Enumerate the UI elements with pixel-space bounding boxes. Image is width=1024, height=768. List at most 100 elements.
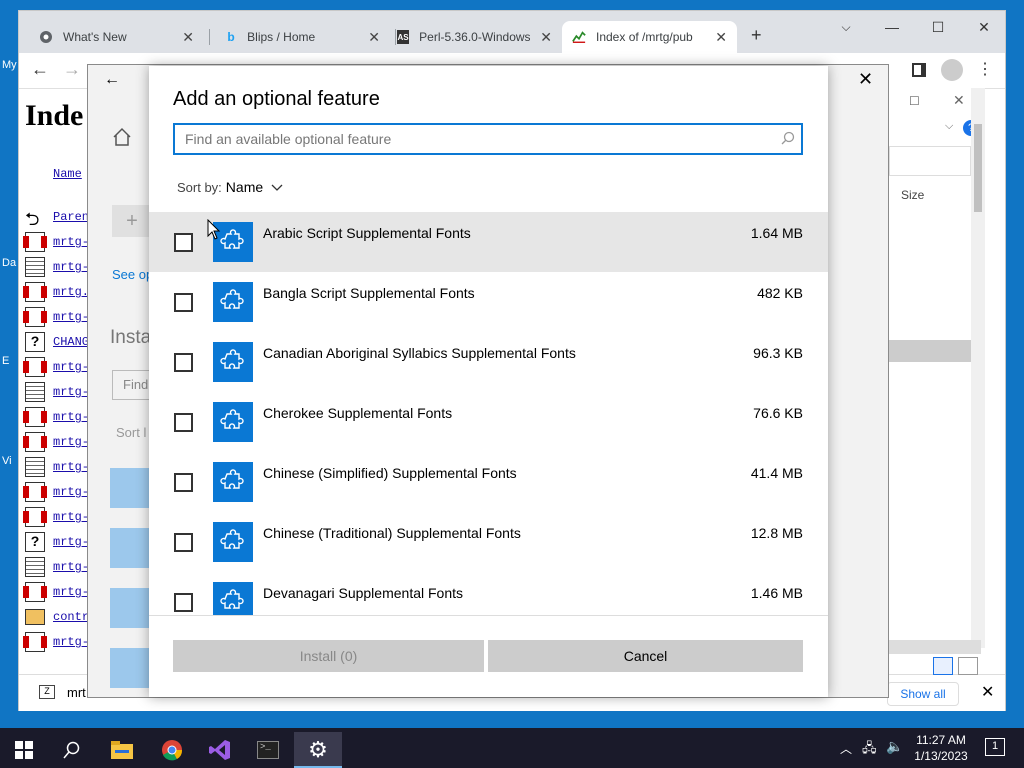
details-view-icon[interactable] bbox=[933, 657, 953, 675]
file-link[interactable]: mrtg- bbox=[53, 435, 89, 449]
file-list-item: mrtg- bbox=[23, 581, 89, 603]
name-column-header[interactable]: Name bbox=[53, 167, 82, 181]
size-column-header[interactable]: Size bbox=[901, 188, 924, 202]
feature-search-input[interactable]: Find an available optional feature bbox=[173, 123, 803, 155]
file-explorer-icon[interactable] bbox=[98, 732, 146, 768]
profile-avatar[interactable] bbox=[941, 59, 963, 81]
file-link[interactable]: mrtg- bbox=[53, 585, 89, 599]
feature-checkbox[interactable] bbox=[174, 593, 193, 612]
feature-checkbox[interactable] bbox=[174, 413, 193, 432]
close-tab-icon[interactable]: ✕ bbox=[368, 29, 380, 46]
search-icon[interactable] bbox=[48, 732, 96, 768]
terminal-icon[interactable]: >_ bbox=[244, 732, 292, 768]
file-type-icon bbox=[23, 282, 47, 302]
installed-search-input[interactable]: Find bbox=[112, 370, 152, 400]
scrollbar-thumb[interactable] bbox=[974, 124, 982, 212]
installed-sort-label[interactable]: Sort l bbox=[116, 425, 146, 440]
file-type-icon bbox=[25, 382, 45, 402]
feature-size: 41.4 MB bbox=[750, 465, 803, 481]
chrome-taskbar-icon[interactable] bbox=[148, 732, 196, 768]
install-button[interactable]: Install (0) bbox=[173, 640, 484, 672]
file-link[interactable]: mrtg- bbox=[53, 260, 89, 274]
file-link[interactable]: mrtg- bbox=[53, 460, 89, 474]
sidebar-icon[interactable] bbox=[912, 63, 926, 77]
file-link[interactable]: CHANG bbox=[53, 335, 89, 349]
file-link[interactable]: mrtg- bbox=[53, 560, 89, 574]
new-tab-button[interactable]: + bbox=[751, 25, 762, 46]
volume-icon[interactable]: 🔈 bbox=[886, 738, 903, 755]
feature-checkbox[interactable] bbox=[174, 473, 193, 492]
download-item-label[interactable]: mrt bbox=[67, 685, 86, 700]
feature-checkbox[interactable] bbox=[174, 353, 193, 372]
installed-heading: Insta bbox=[110, 327, 152, 348]
feature-row[interactable]: Cherokee Supplemental Fonts 76.6 KB bbox=[149, 392, 828, 452]
feature-row[interactable]: Arabic Script Supplemental Fonts 1.64 MB bbox=[149, 212, 828, 272]
tab-label: What's New bbox=[63, 30, 127, 44]
network-icon[interactable]: 🖧 bbox=[862, 739, 877, 761]
feature-checkbox[interactable] bbox=[174, 293, 193, 312]
file-type-icon bbox=[25, 257, 45, 277]
file-list-item: mrtg- bbox=[25, 381, 89, 403]
sort-control[interactable]: Sort by: Name bbox=[177, 179, 283, 195]
maximize-button[interactable]: ☐ bbox=[915, 11, 961, 43]
close-icon[interactable]: ✕ bbox=[953, 92, 965, 109]
cancel-button[interactable]: Cancel bbox=[488, 640, 803, 672]
feature-checkbox[interactable] bbox=[174, 233, 193, 252]
clock[interactable]: 11:27 AM 1/13/2023 bbox=[905, 732, 977, 764]
add-feature-tile[interactable]: + bbox=[112, 205, 152, 237]
horizontal-scrollbar[interactable] bbox=[889, 640, 981, 654]
file-link[interactable]: Paren bbox=[53, 210, 89, 224]
start-button[interactable] bbox=[0, 732, 48, 768]
file-link[interactable]: mrtg- bbox=[53, 385, 89, 399]
scrollbar[interactable] bbox=[971, 88, 985, 648]
file-link[interactable]: mrtg- bbox=[53, 535, 89, 549]
chrome-icon bbox=[39, 30, 53, 44]
puzzle-piece-icon bbox=[213, 522, 253, 562]
file-link[interactable]: mrtg- bbox=[53, 310, 89, 324]
close-window-button[interactable]: ✕ bbox=[858, 69, 873, 90]
file-link[interactable]: mrtg. bbox=[53, 285, 89, 299]
file-type-icon bbox=[25, 609, 45, 625]
tab-label: Index of /mrtg/pub bbox=[596, 30, 693, 44]
large-icons-view-icon[interactable] bbox=[958, 657, 978, 675]
feature-row[interactable]: Chinese (Traditional) Supplemental Fonts… bbox=[149, 512, 828, 572]
close-tab-icon[interactable]: ✕ bbox=[540, 29, 552, 46]
chevron-down-icon[interactable]: ⌵ bbox=[945, 120, 953, 133]
close-tab-icon[interactable]: ✕ bbox=[715, 29, 727, 46]
restore-icon[interactable]: ☐ bbox=[909, 94, 920, 108]
home-icon[interactable] bbox=[112, 127, 132, 150]
explorer-search-box[interactable] bbox=[889, 146, 971, 176]
file-link[interactable]: mrtg- bbox=[53, 510, 89, 524]
close-tab-icon[interactable]: ✕ bbox=[182, 29, 194, 46]
feature-row[interactable]: Canadian Aboriginal Syllabics Supplement… bbox=[149, 332, 828, 392]
settings-gear-icon[interactable]: ⚙ bbox=[294, 732, 342, 768]
file-link[interactable]: mrtg- bbox=[53, 410, 89, 424]
close-downloads-icon[interactable]: ✕ bbox=[981, 682, 994, 702]
notification-icon[interactable]: 1 bbox=[985, 738, 1005, 756]
forward-button[interactable]: → bbox=[63, 59, 81, 80]
tab-perl[interactable]: AS Perl-5.36.0-Windows ✕ bbox=[387, 21, 562, 53]
feature-row[interactable]: Devanagari Supplemental Fonts 1.46 MB bbox=[149, 572, 828, 615]
tab-whats-new[interactable]: What's New ✕ bbox=[29, 21, 204, 53]
feature-checkbox[interactable] bbox=[174, 533, 193, 552]
file-link[interactable]: mrtg- bbox=[53, 360, 89, 374]
see-history-link[interactable]: See op bbox=[112, 267, 153, 282]
feature-size: 482 KB bbox=[757, 285, 803, 301]
back-arrow-icon[interactable]: ← bbox=[104, 71, 120, 89]
close-window-button[interactable]: ✕ bbox=[961, 11, 1007, 43]
show-hidden-icons[interactable]: ︿ bbox=[840, 740, 852, 757]
feature-row[interactable]: Chinese (Simplified) Supplemental Fonts 4… bbox=[149, 452, 828, 512]
menu-icon[interactable]: ⋮ bbox=[977, 59, 993, 79]
visual-studio-icon[interactable] bbox=[196, 732, 244, 768]
file-link[interactable]: mrtg- bbox=[53, 485, 89, 499]
file-link[interactable]: contr bbox=[53, 610, 89, 624]
tab-mrtg[interactable]: Index of /mrtg/pub ✕ bbox=[562, 21, 737, 53]
file-link[interactable]: mrtg- bbox=[53, 635, 89, 649]
show-all-button[interactable]: Show all bbox=[887, 682, 959, 706]
file-link[interactable]: mrtg- bbox=[53, 235, 89, 249]
back-button[interactable]: ← bbox=[31, 59, 49, 80]
minimize-button[interactable]: — bbox=[869, 11, 915, 43]
feature-row[interactable]: Bangla Script Supplemental Fonts 482 KB bbox=[149, 272, 828, 332]
tab-blips[interactable]: b Blips / Home ✕ bbox=[215, 21, 390, 53]
tab-search-icon[interactable]: ⌵ bbox=[823, 11, 869, 43]
